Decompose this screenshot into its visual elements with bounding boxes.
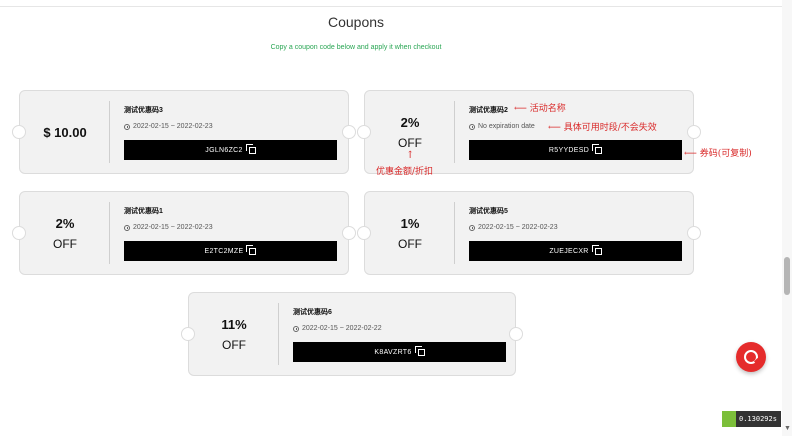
scrollbar-thumb[interactable] [784, 257, 790, 295]
coupon-divider [278, 303, 279, 365]
coupon-divider [109, 202, 110, 264]
coupon-code: R5YYDESD [548, 146, 590, 154]
copy-icon[interactable] [246, 244, 257, 255]
copy-icon[interactable] [414, 345, 425, 356]
page-subtitle: Copy a coupon code below and apply it wh… [270, 44, 442, 51]
chat-button[interactable] [736, 342, 766, 372]
clock-icon [124, 224, 130, 231]
coupon-off: OFF [398, 236, 422, 251]
clock-icon [469, 224, 475, 231]
page-title: Coupons [327, 14, 385, 30]
coupon-dates: 2022-02-15 ~ 2022-02-23 [124, 123, 213, 130]
coupon-divider [454, 101, 455, 163]
coupon-percent: 11% [221, 316, 247, 332]
coupon-code-button[interactable]: E2TC2MZE [124, 241, 337, 261]
coupon-value: $ 10.00 [20, 91, 110, 173]
scroll-down-arrow-icon[interactable]: ▼ [784, 425, 791, 432]
speed-icon [722, 411, 736, 427]
coupon-off: OFF [398, 135, 422, 150]
coupon-card: 11% OFF 测试优惠码6 2022-02-15 ~ 2022-02-22 K… [181, 292, 523, 376]
coupon-card: $ 10.00 测试优惠码3 2022-02-15 ~ 2022-02-23 J… [12, 90, 356, 174]
coupon-dates: 2022-02-15 ~ 2022-02-23 [469, 224, 558, 231]
coupon-code-button[interactable]: K8AVZRT6 [293, 342, 506, 362]
coupon-card: 1% OFF 测试优惠码5 2022-02-15 ~ 2022-02-23 ZU… [357, 191, 701, 275]
timer-badge: 0.130292s [722, 411, 781, 427]
annotation-event-name: ⟵ 活动名称 [514, 104, 566, 114]
coupon-amount: $ 10.00 [43, 124, 87, 140]
annotation-arrow-up: ↑ [406, 150, 415, 161]
coupon-value: 1% OFF [365, 192, 455, 274]
coupon-name: 测试优惠码1 [124, 208, 163, 215]
copy-icon[interactable] [591, 244, 602, 255]
scrollbar[interactable]: ▼ [782, 0, 792, 436]
coupon-dates: No expiration date [469, 123, 535, 130]
coupon-code: E2TC2MZE [204, 247, 244, 255]
coupon-divider [454, 202, 455, 264]
coupon-name: 测试优惠码6 [293, 309, 332, 316]
coupon-dates-text: 2022-02-15 ~ 2022-02-23 [133, 224, 213, 231]
annotation-valid-period: ⟵ 具体可用时段/不会失效 [548, 123, 657, 133]
coupon-code-button[interactable]: ZUEJECXR [469, 241, 682, 261]
clock-icon [469, 123, 475, 130]
coupon-value: 11% OFF [189, 293, 279, 375]
coupon-off: OFF [222, 337, 246, 352]
coupon-percent: 2% [55, 215, 75, 231]
coupon-name: 测试优惠码5 [469, 208, 508, 215]
chat-icon [744, 350, 758, 364]
coupon-dates: 2022-02-15 ~ 2022-02-22 [293, 325, 382, 332]
clock-icon [124, 123, 130, 130]
copy-icon[interactable] [245, 143, 256, 154]
clock-icon [293, 325, 299, 332]
timer-value: 0.130292s [739, 415, 777, 423]
coupon-value: 2% OFF [20, 192, 110, 274]
copy-icon[interactable] [592, 143, 603, 154]
coupon-name: 测试优惠码2 [469, 107, 508, 114]
annotation-coupon-code: ⟵ 券码(可复制) [684, 149, 752, 159]
coupon-code: JGLN6ZC2 [205, 146, 243, 154]
top-border [0, 0, 792, 7]
coupon-dates-text: 2022-02-15 ~ 2022-02-23 [478, 224, 558, 231]
coupon-code-button[interactable]: R5YYDESD [469, 140, 682, 160]
coupon-dates-text: No expiration date [478, 123, 535, 130]
coupon-divider [109, 101, 110, 163]
coupon-dates-text: 2022-02-15 ~ 2022-02-22 [302, 325, 382, 332]
coupon-percent: 1% [400, 215, 420, 231]
coupon-off: OFF [53, 236, 77, 251]
coupon-dates: 2022-02-15 ~ 2022-02-23 [124, 224, 213, 231]
coupon-dates-text: 2022-02-15 ~ 2022-02-23 [133, 123, 213, 130]
coupon-card: 2% OFF 测试优惠码1 2022-02-15 ~ 2022-02-23 E2… [12, 191, 356, 275]
coupon-code-button[interactable]: JGLN6ZC2 [124, 140, 337, 160]
coupon-code: ZUEJECXR [549, 247, 589, 255]
coupon-name: 测试优惠码3 [124, 107, 163, 114]
coupon-percent: 2% [400, 114, 420, 130]
annotation-discount: 优惠金额/折扣 [376, 167, 434, 177]
coupon-code: K8AVZRT6 [374, 348, 412, 356]
